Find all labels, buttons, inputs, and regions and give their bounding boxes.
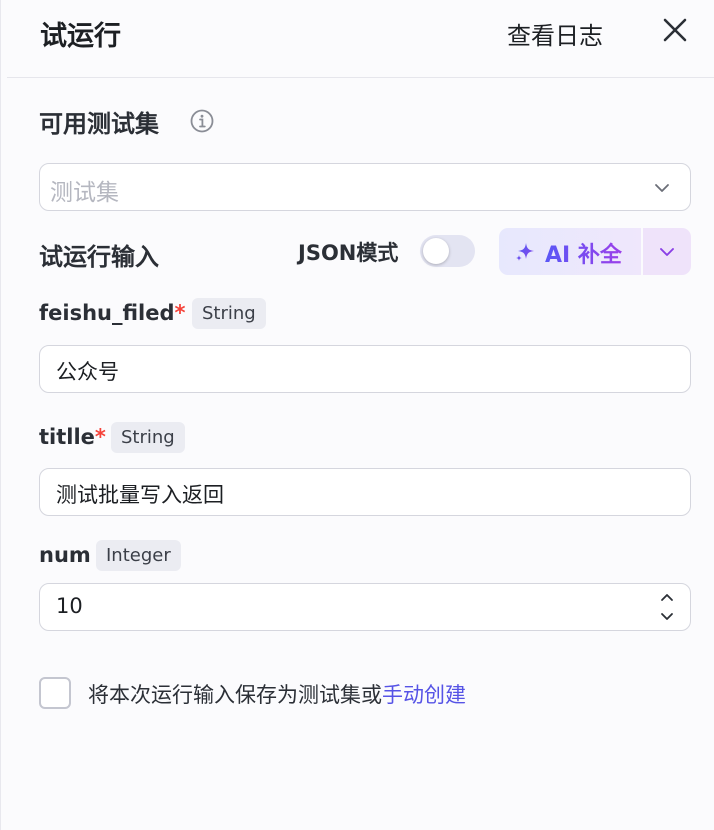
num-input[interactable]: 10 (39, 583, 691, 631)
chevron-down-icon (655, 184, 669, 192)
feishu-filed-input[interactable]: 公众号 (39, 345, 691, 393)
save-text: 将本次运行输入保存为测试集或 (88, 683, 382, 707)
type-tag: String (111, 422, 185, 453)
field-label-titlle: titlle* (39, 425, 106, 449)
field-name-text: feishu_filed (39, 301, 175, 325)
ai-complete-label: AI 补全 (545, 237, 622, 269)
number-stepper-icon[interactable] (658, 588, 676, 626)
save-as-test-set-checkbox[interactable] (39, 677, 71, 709)
ai-complete-button[interactable]: AI 补全 (499, 228, 641, 275)
json-mode-label: JSON模式 (298, 241, 399, 265)
required-mark: * (174, 301, 186, 325)
type-tag: Integer (96, 540, 181, 571)
input-value: 测试批量写入返回 (56, 483, 224, 507)
run-input-label: 试运行输入 (39, 243, 159, 271)
type-tag: String (192, 298, 266, 329)
field-name-text: titlle (39, 425, 95, 449)
field-label-feishu-filed: feishu_filed* (39, 301, 186, 325)
required-mark: * (94, 425, 106, 449)
info-icon[interactable] (189, 108, 215, 134)
sparkle-icon (516, 243, 534, 261)
test-run-panel: 试运行 查看日志 可用测试集 测试集 试运行输入 JSON模式 AI 补全 fe… (0, 0, 714, 830)
manual-create-link[interactable]: 手动创建 (382, 683, 466, 707)
ai-complete-group: AI 补全 (499, 228, 691, 275)
toggle-knob (423, 238, 449, 264)
close-icon[interactable] (659, 14, 691, 46)
test-set-label: 可用测试集 (39, 110, 159, 138)
test-set-placeholder: 测试集 (50, 180, 119, 206)
field-name-text: num (39, 543, 91, 567)
input-value: 公众号 (56, 360, 119, 384)
panel-header: 试运行 查看日志 (7, 0, 714, 78)
json-mode-toggle[interactable] (420, 235, 475, 267)
ai-complete-dropdown[interactable] (643, 228, 691, 275)
chevron-down-icon (660, 248, 674, 256)
view-log-button[interactable]: 查看日志 (507, 16, 603, 51)
input-value: 10 (56, 594, 83, 618)
panel-title: 试运行 (40, 21, 121, 52)
field-label-num: num (39, 543, 91, 567)
titlle-input[interactable]: 测试批量写入返回 (39, 468, 691, 516)
test-set-select[interactable]: 测试集 (39, 163, 691, 211)
save-as-test-set-text: 将本次运行输入保存为测试集或手动创建 (88, 679, 466, 709)
